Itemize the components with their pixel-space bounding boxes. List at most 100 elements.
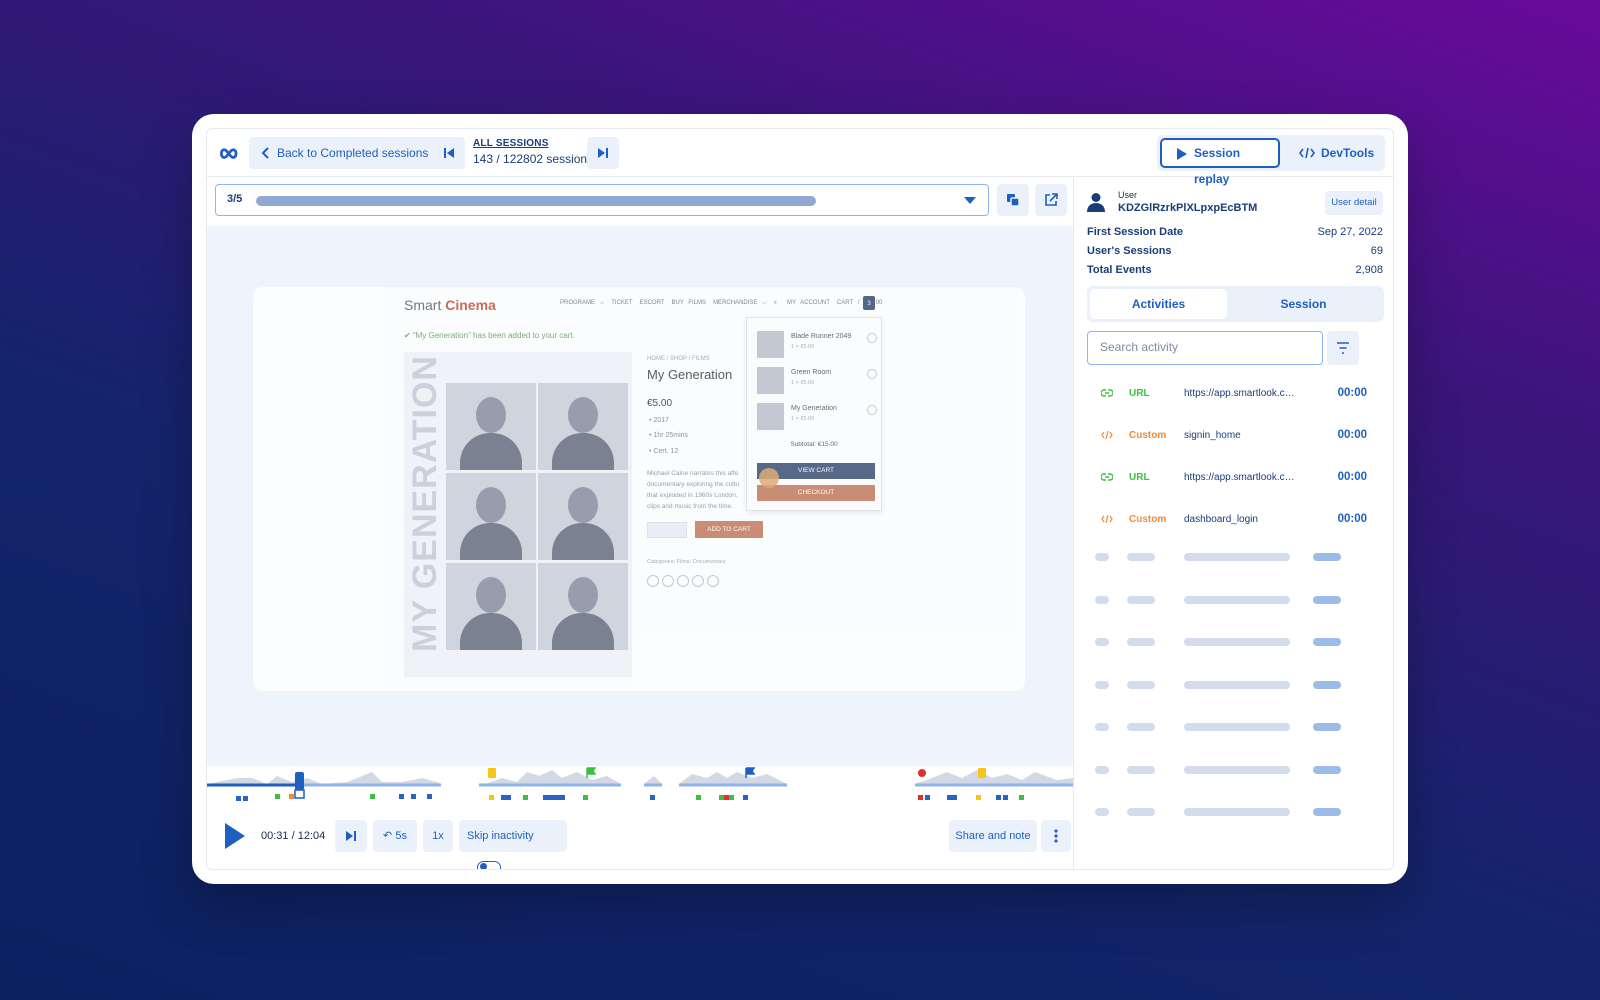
activity-type: URL <box>1129 388 1150 399</box>
activity-type: Custom <box>1129 430 1167 441</box>
replay-timeline[interactable] <box>207 766 1073 806</box>
activity-panel: User KDZGlRzrkPlXLpxpEcBTM User detail F… <box>1073 178 1393 869</box>
skip-previous-icon <box>444 148 454 158</box>
link-icon <box>1101 473 1113 481</box>
all-sessions-link[interactable]: ALL SESSIONS <box>473 138 593 149</box>
replay-viewport[interactable]: Smart Cinema PROGRAME ⌵ TICKET ESCORT BUY F… <box>207 226 1073 766</box>
product-meta: • 1hr 25mins <box>649 432 689 439</box>
tab-activities[interactable]: Activities <box>1090 289 1227 319</box>
code-icon <box>1101 514 1113 524</box>
user-detail-button[interactable]: User detail <box>1325 191 1383 215</box>
product-title: My Generation <box>647 367 733 382</box>
portrait-photo <box>446 473 536 560</box>
speed-label: 1x <box>432 830 444 842</box>
activity-time: 00:00 <box>1337 471 1367 483</box>
activity-time: 00:00 <box>1337 429 1367 441</box>
session-replay-tab[interactable]: Session replay <box>1160 138 1280 186</box>
external-link-icon <box>1045 193 1058 206</box>
window-frame: Back to Completed sessions ALL SESSIONS … <box>192 114 1408 884</box>
player-area: 3/5 Smart Cinema PROGRAME ⌵ TICKET ESCORT B… <box>207 178 1073 869</box>
play-button[interactable] <box>223 822 247 850</box>
stat-total-events: Total Events 2,908 <box>1087 264 1383 276</box>
activity-value: signin_home <box>1184 430 1241 441</box>
skip-forward-button[interactable] <box>335 820 367 852</box>
skip-next-icon <box>598 148 608 158</box>
skeleton-row <box>1087 723 1383 733</box>
activity-time: 00:00 <box>1337 387 1367 399</box>
tab-session[interactable]: Session <box>1235 289 1372 319</box>
copy-url-button[interactable] <box>997 184 1029 216</box>
open-external-button[interactable] <box>1035 184 1067 216</box>
product-meta: • Cert. 12 <box>649 448 679 455</box>
rewind-5s-button[interactable]: ↶ 5s <box>373 820 417 852</box>
product-description: Michael Caine narrates this affe documen… <box>647 470 740 510</box>
activity-type: Custom <box>1129 514 1167 525</box>
activity-value: https://app.smartlook.com/ <box>1184 472 1296 483</box>
product-image-text: MY GENERATION <box>406 355 444 652</box>
filter-button[interactable] <box>1327 331 1359 365</box>
page-selector[interactable]: 3/5 <box>215 184 989 216</box>
rewind-label: 5s <box>395 830 407 842</box>
mini-cart-item: Green Room 1 × €5.00 <box>757 367 877 397</box>
toggle-switch[interactable] <box>477 860 501 869</box>
activity-value: https://app.smartlook.com/ <box>1184 388 1296 399</box>
copy-icon <box>1007 194 1020 207</box>
page-index: 3/5 <box>227 193 243 205</box>
cart-bag-icon: 3 <box>863 296 875 310</box>
replayed-website: Smart Cinema PROGRAME ⌵ TICKET ESCORT BUY F… <box>253 287 1025 691</box>
portrait-photo <box>538 383 628 470</box>
skip-inactivity-toggle[interactable]: Skip inactivity <box>459 820 567 869</box>
activity-row[interactable]: URL https://app.smartlook.com/ 00:00 <box>1087 469 1383 489</box>
share-label: Share and note <box>955 830 1031 842</box>
search-activity-input[interactable]: Search activity <box>1087 331 1323 365</box>
page-url-placeholder <box>256 196 816 206</box>
play-icon <box>1177 148 1187 160</box>
session-navigator: ALL SESSIONS 143 / 122802 sessions <box>473 138 593 166</box>
product-categories: Categories: Films, Documentary <box>647 559 726 565</box>
mini-cart-popup: Blade Runner 2049 1 × €5.00 Green Room 1 ×… <box>746 317 882 511</box>
skip-inactivity-label: Skip inactivity <box>467 830 534 842</box>
stat-user-sessions: User's Sessions 69 <box>1087 245 1383 257</box>
mini-cart-subtotal: Subtotal: €15.00 <box>790 441 838 448</box>
product-image: MY GENERATION <box>404 352 632 677</box>
previous-session-button[interactable] <box>433 137 465 169</box>
portrait-photo <box>538 473 628 560</box>
session-replay-app: Back to Completed sessions ALL SESSIONS … <box>206 128 1394 870</box>
stat-first-session-date: First Session Date Sep 27, 2022 <box>1087 226 1383 238</box>
portrait-photo <box>446 383 536 470</box>
site-breadcrumb: HOME / SHOP / FILMS <box>647 356 710 362</box>
skeleton-row <box>1087 808 1383 818</box>
activity-waveform <box>207 770 1073 784</box>
more-options-button[interactable] <box>1041 820 1071 852</box>
back-to-completed-sessions-button[interactable]: Back to Completed sessions <box>249 137 441 169</box>
code-icon <box>1101 430 1113 440</box>
link-icon <box>1101 389 1113 397</box>
site-add-to-cart-button: ADD TO CART <box>695 521 763 538</box>
skeleton-row <box>1087 638 1383 648</box>
site-brand: Smart Cinema <box>404 297 496 313</box>
activity-time: 00:00 <box>1337 513 1367 525</box>
timeline-graph <box>207 767 1073 801</box>
added-to-cart-note: ✔ “My Generation” has been added to your… <box>404 331 575 340</box>
devtools-label: DevTools <box>1321 146 1375 160</box>
site-nav: PROGRAME ⌵ TICKET ESCORT BUY FILMS MERCHANDI… <box>560 300 883 306</box>
time-display: 00:31 / 12:04 <box>261 830 326 842</box>
playback-speed-button[interactable]: 1x <box>423 820 453 852</box>
product-price: €5.00 <box>647 398 673 409</box>
share-and-note-button[interactable]: Share and note <box>949 820 1037 852</box>
player-controls: 00:31 / 12:04 ↶ 5s 1x Skip inactivity Sh… <box>207 810 1073 869</box>
skeleton-row <box>1087 765 1383 776</box>
skeleton-row <box>1087 553 1383 563</box>
quantity-stepper <box>647 522 687 538</box>
activity-row[interactable]: Custom signin_home 00:00 <box>1087 427 1383 447</box>
site-checkout-button: CHECKOUT <box>757 485 875 501</box>
activity-row[interactable]: URL https://app.smartlook.com/ 00:00 <box>1087 385 1383 405</box>
user-icon <box>1087 193 1105 212</box>
skeleton-row <box>1087 680 1383 691</box>
activity-value: dashboard_login <box>1184 514 1258 525</box>
activity-row[interactable]: Custom dashboard_login 00:00 <box>1087 511 1383 531</box>
next-session-button[interactable] <box>587 137 619 169</box>
devtools-tab[interactable]: DevTools <box>1285 138 1381 168</box>
event-ticks <box>236 794 1024 801</box>
portrait-photo <box>538 563 628 650</box>
